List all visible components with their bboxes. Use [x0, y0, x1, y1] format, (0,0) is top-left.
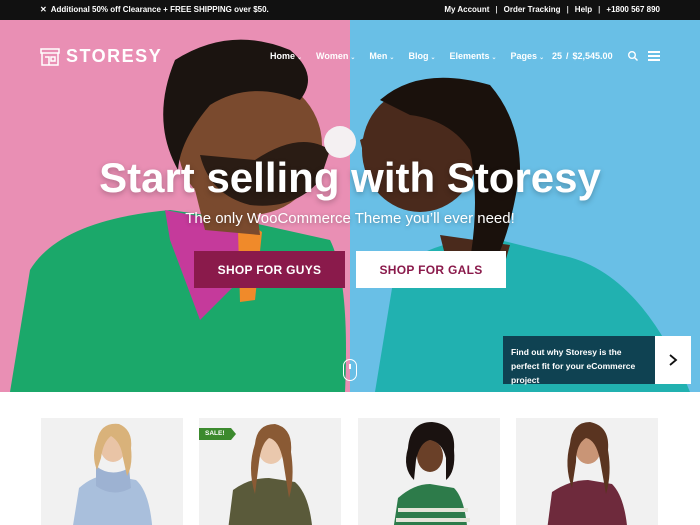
product-image — [547, 422, 627, 525]
promo-callout[interactable]: Find out why Storesy is the perfect fit … — [503, 336, 655, 385]
storefront-page: ✕ Additional 50% off Clearance + FREE SHI… — [0, 0, 700, 525]
nav-label-elements: Elements — [449, 51, 490, 61]
chevron-right-icon — [669, 354, 678, 366]
cart-separator: / — [566, 51, 569, 61]
close-icon[interactable]: ✕ — [40, 5, 47, 14]
nav-label-blog: Blog — [408, 51, 429, 61]
nav-label-home: Home — [270, 51, 296, 61]
hamburger-menu-icon[interactable] — [648, 51, 660, 61]
nav-item-elements[interactable]: Elements ⌄ — [449, 51, 496, 61]
product-card[interactable]: SALE! — [199, 418, 341, 525]
product-image — [73, 423, 153, 525]
nav-item-women[interactable]: Women ⌄ — [316, 51, 355, 61]
chevron-down-icon: ⌄ — [491, 55, 497, 61]
top-announcement-bar: ✕ Additional 50% off Clearance + FREE SHI… — [0, 0, 700, 20]
shop-for-gals-button[interactable]: SHOP FOR GALS — [356, 251, 506, 288]
cart-total: $2,545.00 — [572, 51, 613, 61]
hero-subtitle: The only WooCommerce Theme you’ll ever n… — [185, 210, 515, 227]
promo-next-button[interactable] — [655, 336, 691, 384]
search-icon[interactable] — [627, 50, 639, 62]
cart-summary[interactable]: 25/$2,545.00 — [552, 51, 613, 61]
top-links: My Account | Order Tracking | Help | +1800 567… — [444, 5, 660, 14]
chevron-down-icon: ⌄ — [430, 55, 436, 61]
nav-item-blog[interactable]: Blog ⌄ — [408, 51, 435, 61]
product-grid: SALE! — [0, 392, 700, 525]
scroll-down-indicator[interactable] — [343, 359, 357, 381]
main-navigation: Home ⌄ Women ⌄ Men ⌄ Blog ⌄ Elements ⌄ Pages ⌄ — [270, 51, 558, 61]
product-card[interactable] — [516, 418, 658, 525]
phone-number[interactable]: +1800 567 890 — [606, 5, 660, 14]
storefront-icon — [40, 47, 60, 66]
nav-label-women: Women — [316, 51, 349, 61]
product-card[interactable] — [41, 418, 183, 525]
product-card[interactable] — [358, 418, 500, 525]
nav-item-men[interactable]: Men ⌄ — [369, 51, 394, 61]
storesy-logo[interactable]: STORESY — [40, 46, 162, 67]
shop-for-guys-button[interactable]: SHOP FOR GUYS — [194, 251, 345, 288]
chevron-down-icon: ⌄ — [539, 55, 545, 61]
chevron-down-icon: ⌄ — [350, 55, 356, 61]
nav-item-pages[interactable]: Pages ⌄ — [511, 51, 545, 61]
logo-text: STORESY — [66, 46, 163, 66]
nav-label-men: Men — [369, 51, 388, 61]
cart-count: 25 — [552, 51, 563, 61]
promo-text: Additional 50% off Clearance + FREE SHIP… — [50, 5, 269, 14]
help-link[interactable]: Help — [575, 5, 592, 14]
nav-item-home[interactable]: Home ⌄ — [270, 51, 302, 61]
chevron-down-icon: ⌄ — [389, 55, 395, 61]
order-tracking-link[interactable]: Order Tracking — [504, 5, 561, 14]
hero-title: Start selling with Storesy — [99, 154, 601, 201]
shipping-promo: ✕ Additional 50% off Clearance + FREE SHI… — [40, 5, 269, 14]
hero-banner: STORESY Home ⌄ Women ⌄ Men ⌄ Blog ⌄ Elements… — [0, 20, 700, 392]
my-account-link[interactable]: My Account — [444, 5, 489, 14]
sale-badge: SALE! — [199, 428, 235, 440]
product-image — [393, 422, 470, 525]
chevron-down-icon: ⌄ — [297, 55, 303, 61]
nav-label-pages: Pages — [510, 51, 538, 61]
